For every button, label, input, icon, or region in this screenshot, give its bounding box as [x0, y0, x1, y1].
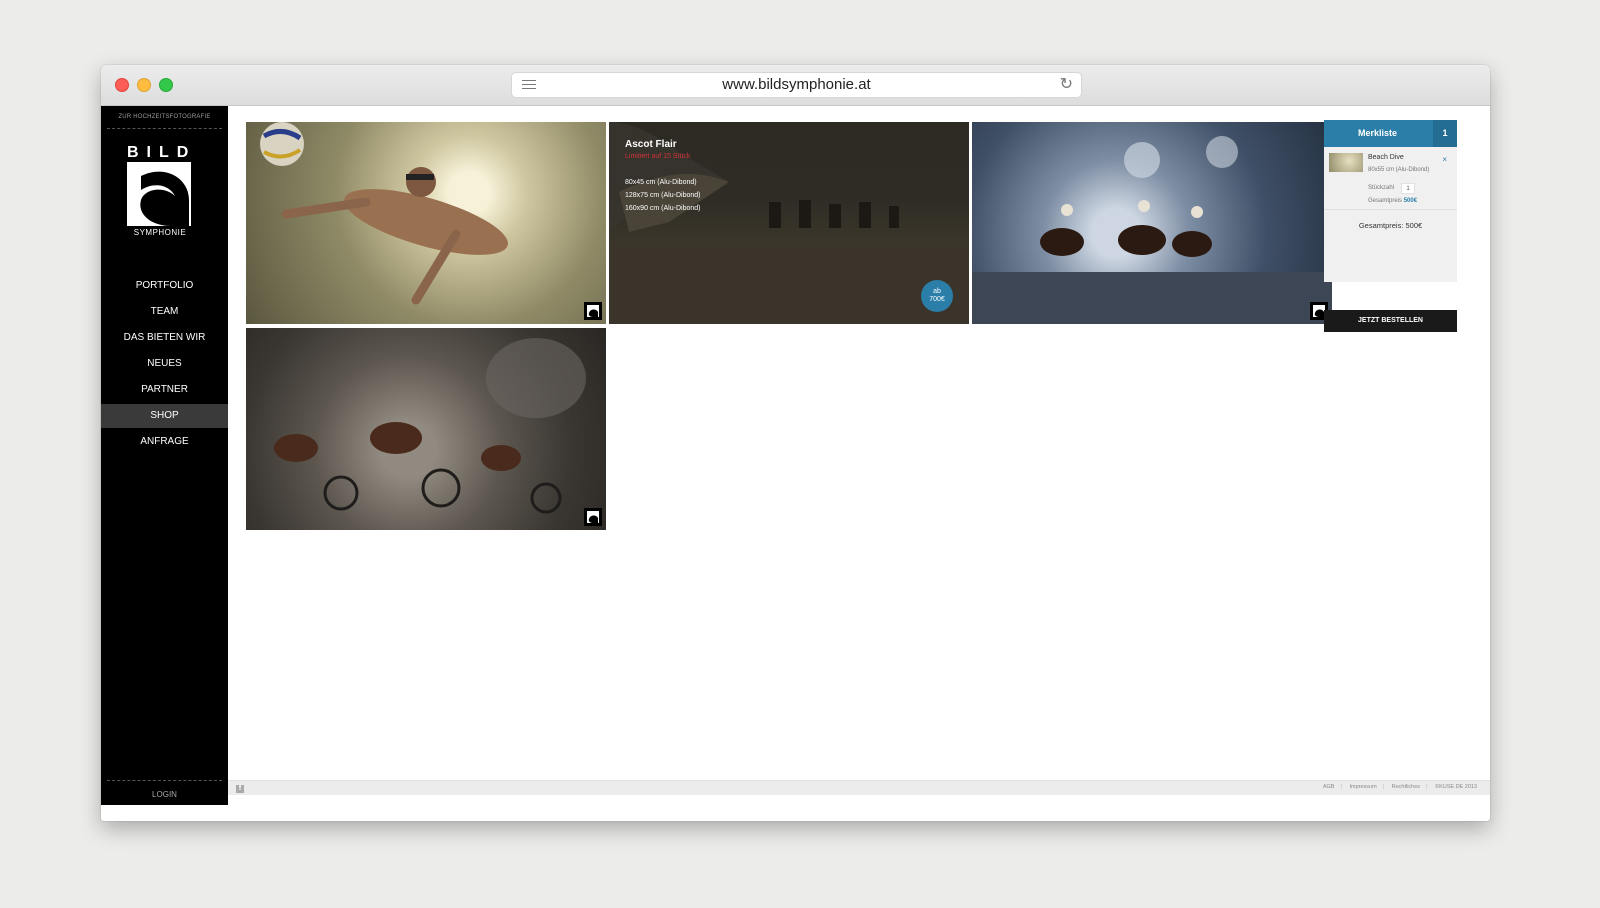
item-total: Gesamtpreis 500€	[1368, 198, 1417, 204]
gallery-tile-ascot-flair[interactable]: Ascot Flair Limitiert auf 15 Stück 80x45…	[609, 122, 969, 324]
quantity-input[interactable]: 1	[1401, 183, 1415, 194]
nav-item-das-bieten-wir[interactable]: DAS BIETEN WIR	[101, 326, 228, 350]
sidebar: ZUR HOCHZEITSFOTOGRAFIE BILD SYMPHONIE P…	[101, 106, 228, 805]
reader-menu-icon[interactable]	[522, 80, 536, 92]
quantity-label: Stückzahl	[1368, 185, 1395, 191]
close-window-button[interactable]	[115, 78, 129, 92]
gallery-tile-horse-race[interactable]	[972, 122, 1332, 324]
horse-race-photo	[972, 136, 1332, 324]
product-size-option[interactable]: 80x45 cm (Alu-Dibond)	[625, 179, 697, 186]
wishlist-title: Merkliste	[1358, 128, 1398, 138]
minimize-window-button[interactable]	[137, 78, 151, 92]
logo-text-bottom: SYMPHONIE	[133, 228, 187, 237]
product-size-option[interactable]: 160x90 cm (Alu-Dibond)	[625, 205, 700, 212]
gallery-tile-harness-race[interactable]	[246, 328, 606, 530]
nav-item-neues[interactable]: NEUES	[101, 352, 228, 376]
url-text: www.bildsymphonie.at	[722, 76, 871, 93]
footer-copyright: ©KUSE.DE 2013	[1435, 784, 1477, 790]
beach-dive-photo	[260, 122, 508, 305]
nav-item-partner[interactable]: PARTNER	[101, 378, 228, 402]
nav-item-shop[interactable]: SHOP	[101, 404, 228, 428]
order-now-button[interactable]: JETZT BESTELLEN	[1324, 310, 1457, 332]
footer: f AGB | Impressum | Rechtliches | ©KUSE.DE …	[228, 780, 1490, 795]
watermark-logo-icon	[584, 508, 602, 526]
cart-item-dimensions: 80x55 cm (Alu-Dibond)	[1368, 167, 1430, 173]
price-value: 700€	[929, 296, 945, 303]
browser-window: www.bildsymphonie.at ↻ ZUR HOCHZEITSFOTO…	[101, 65, 1490, 821]
wishlist-panel: Merkliste 1 Beach Dive 80x55 cm (Alu-Dib…	[1324, 120, 1457, 332]
wishlist-count: 1	[1433, 120, 1457, 147]
price-prefix: ab	[933, 288, 941, 295]
facebook-icon[interactable]: f	[236, 785, 244, 793]
grand-total: Gesamtpreis: 500€	[1358, 221, 1423, 230]
footer-link-impressum[interactable]: Impressum	[1349, 784, 1376, 790]
product-title: Ascot Flair	[625, 139, 677, 150]
zoom-window-button[interactable]	[159, 78, 173, 92]
browser-titlebar: www.bildsymphonie.at ↻	[101, 65, 1490, 106]
harness-race-photo	[274, 338, 586, 514]
cart-item-name: Beach Dive	[1368, 154, 1404, 161]
divider	[107, 128, 222, 129]
nav-item-team[interactable]: TEAM	[101, 300, 228, 324]
divider	[1324, 209, 1457, 210]
watermark-logo-icon	[584, 302, 602, 320]
main-nav: PORTFOLIO TEAM DAS BIETEN WIR NEUES PART…	[101, 274, 228, 456]
product-limit: Limitiert auf 15 Stück	[625, 153, 691, 160]
shop-content: Ascot Flair Limitiert auf 15 Stück 80x45…	[228, 106, 1490, 780]
nav-item-portfolio[interactable]: PORTFOLIO	[101, 274, 228, 298]
reload-icon[interactable]: ↻	[1060, 73, 1073, 97]
footer-link-agb[interactable]: AGB	[1323, 784, 1335, 790]
bildsymphonie-logo[interactable]: BILD SYMPHONIE	[125, 144, 205, 240]
divider	[107, 780, 222, 781]
wedding-photography-link[interactable]: ZUR HOCHZEITSFOTOGRAFIE	[101, 114, 228, 120]
wishlist-body: Beach Dive 80x55 cm (Alu-Dibond) × Stück…	[1324, 147, 1457, 282]
item-total-value: 500€	[1403, 198, 1418, 204]
gallery-tile-beach-dive[interactable]	[246, 122, 606, 324]
footer-links: AGB | Impressum | Rechtliches | ©KUSE.DE 20…	[1322, 784, 1477, 790]
footer-link-rechtliches[interactable]: Rechtliches	[1392, 784, 1420, 790]
logo-mark-icon	[127, 162, 191, 226]
cart-item-thumbnail	[1329, 153, 1363, 172]
nav-item-anfrage[interactable]: ANFRAGE	[101, 430, 228, 454]
product-size-option[interactable]: 128x75 cm (Alu-Dibond)	[625, 192, 700, 199]
remove-item-icon[interactable]: ×	[1442, 155, 1447, 164]
login-link[interactable]: LOGIN	[101, 790, 228, 799]
item-total-label: Gesamtpreis	[1368, 198, 1403, 204]
wishlist-header[interactable]: Merkliste 1	[1324, 120, 1457, 147]
address-bar[interactable]: www.bildsymphonie.at ↻	[511, 72, 1082, 98]
price-badge[interactable]: ab 700€	[921, 280, 953, 312]
